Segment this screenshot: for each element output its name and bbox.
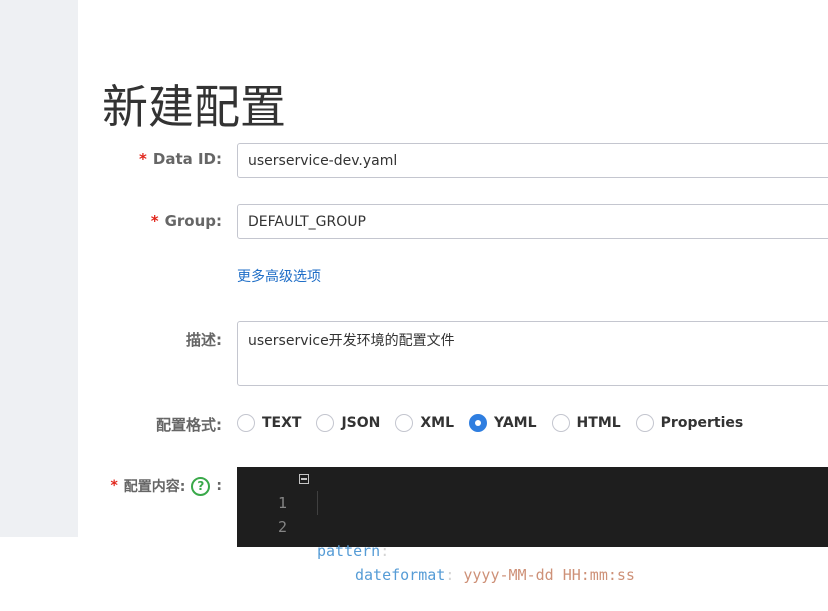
radio-circle[interactable] [551, 414, 570, 432]
page-title: 新建配置 [102, 79, 286, 134]
editor-line: 2 dateformat: yyyy-MM-dd HH:mm:ss [237, 491, 828, 584]
group-input[interactable] [237, 204, 828, 239]
code-text: dateformat: yyyy-MM-dd HH:mm:ss [355, 563, 635, 587]
format-option-json[interactable]: JSON [316, 414, 380, 432]
format-option-xml[interactable]: XML [395, 414, 454, 432]
format-option-text[interactable]: TEXT [237, 414, 301, 432]
format-label-text: 配置格式: [156, 416, 222, 434]
yaml-value: yyyy-MM-dd HH:mm:ss [463, 566, 635, 584]
format-option-label: XML [420, 415, 455, 431]
radio-circle-selected[interactable] [469, 414, 488, 432]
description-label-text: 描述: [186, 331, 222, 349]
data-id-label-text: Data ID: [152, 150, 222, 168]
radio-circle[interactable] [635, 414, 654, 432]
format-option-label: YAML [494, 415, 537, 431]
yaml-key: pattern [317, 542, 381, 560]
radio-circle[interactable] [395, 414, 414, 432]
content-label: * 配置内容: ? : [110, 476, 222, 496]
description-label: 描述: [186, 329, 222, 350]
yaml-key: dateformat [355, 566, 446, 584]
yaml-colon: : [445, 566, 464, 584]
format-option-label: TEXT [262, 415, 302, 431]
required-mark: * [110, 478, 118, 494]
format-label: 配置格式: [156, 414, 222, 435]
line-number: 2 [277, 518, 287, 536]
indent-guide [317, 491, 318, 515]
format-option-label: JSON [341, 415, 381, 431]
left-sidebar [0, 0, 78, 537]
group-label-text: Group: [164, 212, 222, 230]
content-label-text: 配置内容: [123, 479, 186, 495]
help-icon[interactable]: ? [191, 476, 211, 496]
format-option-label: HTML [576, 415, 621, 431]
radio-circle[interactable] [316, 414, 335, 432]
format-option-properties[interactable]: Properties [635, 414, 744, 432]
config-code-editor[interactable]: 1 pattern: 2 dateformat: yyyy-MM-dd HH:m… [237, 467, 828, 584]
format-option-html[interactable]: HTML [551, 414, 621, 432]
content-label-colon: : [216, 478, 222, 494]
fold-collapse-icon[interactable] [299, 474, 309, 484]
yaml-colon: : [380, 542, 390, 560]
required-mark: * [139, 150, 147, 168]
format-option-label: Properties [660, 415, 744, 431]
format-option-yaml[interactable]: YAML [469, 414, 537, 432]
advanced-options-link[interactable]: 更多高级选项 [237, 266, 321, 286]
group-label: * Group: [151, 212, 222, 230]
radio-circle[interactable] [237, 414, 255, 432]
format-radio-group: TEXT JSON XML YAML HTML Properties [237, 412, 758, 434]
code-text: pattern: [317, 539, 389, 563]
data-id-label: * Data ID: [139, 150, 222, 168]
description-textarea[interactable]: userservice开发环境的配置文件 [237, 321, 828, 386]
data-id-input[interactable] [237, 143, 828, 178]
editor-line: 1 pattern: [237, 467, 828, 560]
required-mark: * [150, 212, 159, 230]
